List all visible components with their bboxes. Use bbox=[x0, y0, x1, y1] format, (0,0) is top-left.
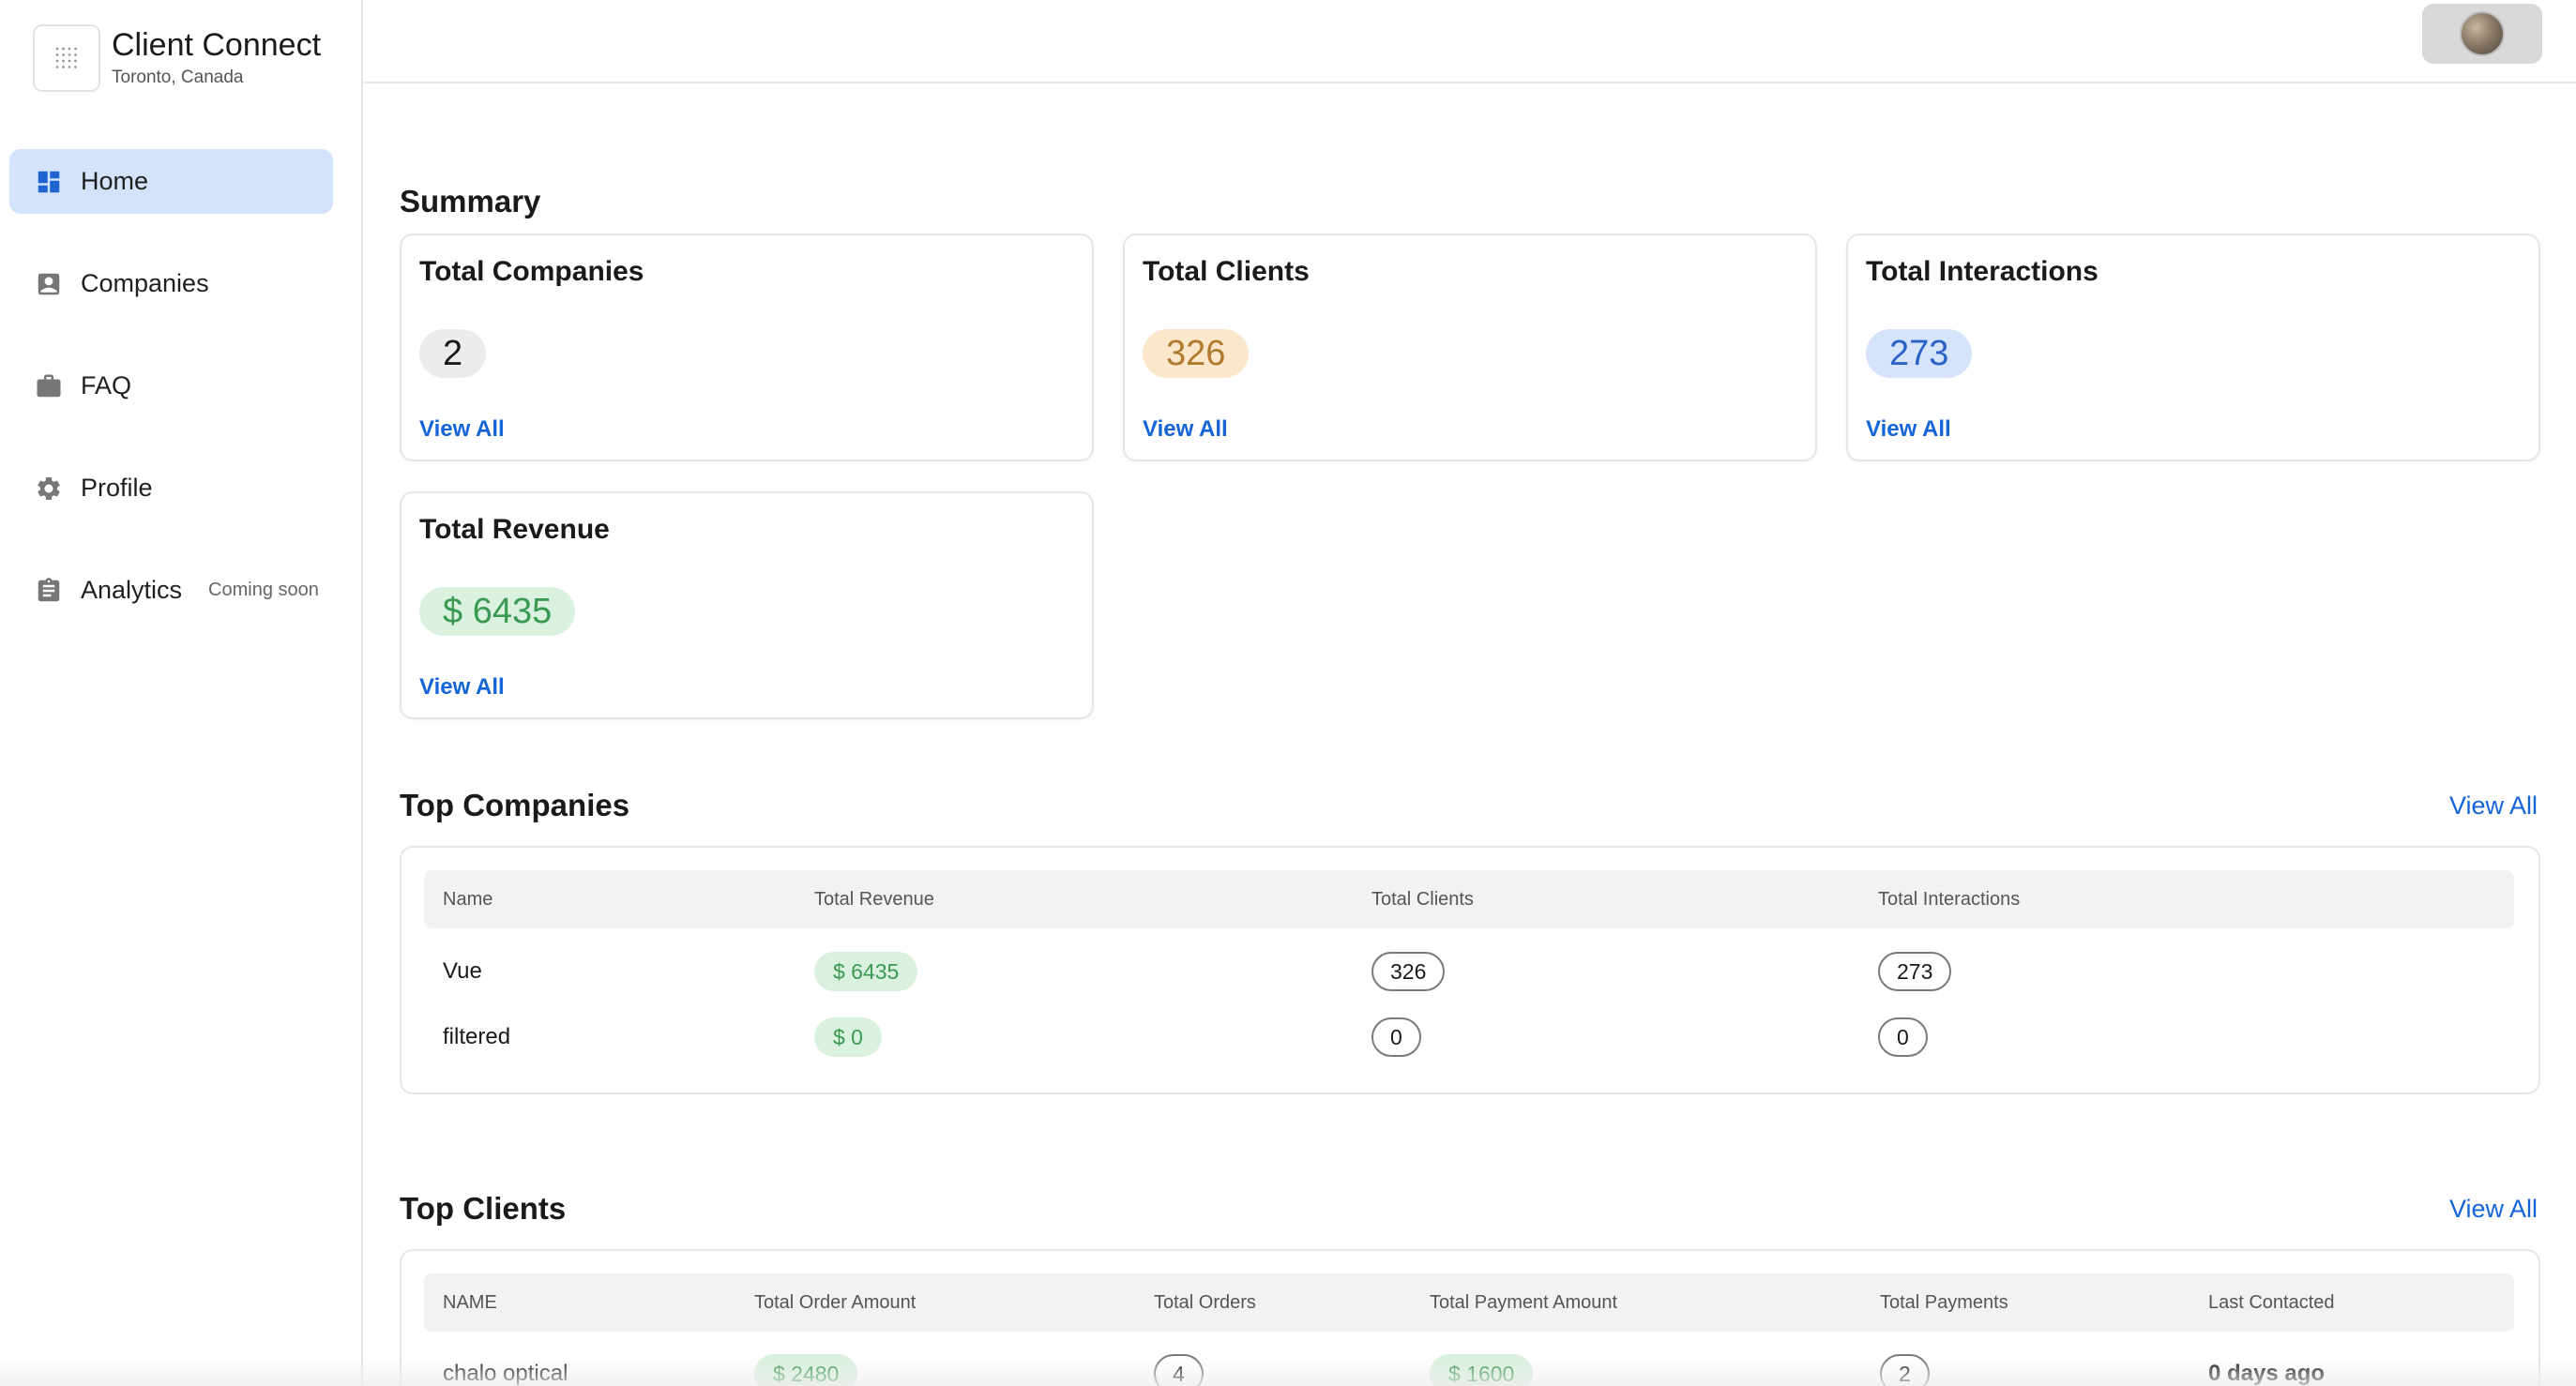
sidebar-item-home[interactable]: Home bbox=[9, 149, 333, 214]
payment-amount-pill: $ 1600 bbox=[1430, 1354, 1534, 1386]
card-value: 2 bbox=[419, 329, 487, 378]
summary-card-companies: Total Companies 2 View All bbox=[400, 234, 1094, 461]
sidebar-nav: Home Companies FAQ Profile Analytics Com… bbox=[9, 149, 333, 660]
briefcase-icon bbox=[34, 371, 64, 401]
interactions-pill: 273 bbox=[1878, 952, 1952, 991]
sidebar-item-label: Home bbox=[81, 167, 149, 195]
clients-pill: 0 bbox=[1371, 1017, 1421, 1057]
sidebar-item-analytics[interactable]: Analytics Coming soon bbox=[9, 558, 333, 623]
clipboard-icon bbox=[34, 576, 64, 606]
top-bar bbox=[363, 0, 2576, 83]
top-clients-view-all-link[interactable]: View All bbox=[2449, 1195, 2538, 1224]
column-header[interactable]: Total Order Amount bbox=[754, 1273, 916, 1332]
column-header[interactable]: NAME bbox=[443, 1273, 497, 1332]
app-title: Client Connect bbox=[112, 27, 322, 63]
coming-soon-badge: Coming soon bbox=[208, 580, 319, 600]
client-name: chalo optical bbox=[443, 1361, 568, 1386]
top-companies-view-all-link[interactable]: View All bbox=[2449, 791, 2538, 821]
table-header: NAME Total Order Amount Total Orders Tot… bbox=[424, 1273, 2514, 1332]
sidebar-item-label: Companies bbox=[81, 269, 209, 297]
interactions-pill: 0 bbox=[1878, 1017, 1928, 1057]
summary-card-interactions: Total Interactions 273 View All bbox=[1846, 234, 2540, 461]
sidebar-item-label: Profile bbox=[81, 474, 153, 502]
sidebar-item-label: Analytics bbox=[81, 576, 183, 604]
app-logo-icon bbox=[33, 24, 100, 92]
column-header[interactable]: Total Revenue bbox=[814, 870, 934, 928]
view-all-link[interactable]: View All bbox=[1866, 416, 1951, 443]
avatar bbox=[2460, 11, 2505, 56]
column-header[interactable]: Total Interactions bbox=[1878, 870, 2020, 928]
card-title: Total Companies bbox=[419, 256, 644, 287]
summary-card-revenue: Total Revenue $ 6435 View All bbox=[400, 491, 1094, 719]
company-name: filtered bbox=[443, 1024, 511, 1049]
sidebar-item-faq[interactable]: FAQ bbox=[9, 354, 333, 418]
column-header[interactable]: Total Payment Amount bbox=[1430, 1273, 1617, 1332]
gear-icon bbox=[34, 474, 64, 504]
top-companies-heading: Top Companies bbox=[400, 788, 630, 822]
revenue-pill: $ 0 bbox=[814, 1017, 882, 1057]
card-value: 273 bbox=[1866, 329, 1973, 378]
orders-pill: 4 bbox=[1154, 1354, 1204, 1386]
column-header[interactable]: Total Clients bbox=[1371, 870, 1474, 928]
order-amount-pill: $ 2480 bbox=[754, 1354, 858, 1386]
app-location: Toronto, Canada bbox=[112, 68, 244, 87]
brand[interactable]: Client Connect Toronto, Canada bbox=[33, 24, 321, 92]
column-header[interactable]: Total Orders bbox=[1154, 1273, 1256, 1332]
view-all-link[interactable]: View All bbox=[419, 416, 505, 443]
view-all-link[interactable]: View All bbox=[1143, 416, 1228, 443]
revenue-pill: $ 6435 bbox=[814, 952, 918, 991]
sidebar-item-profile[interactable]: Profile bbox=[9, 456, 333, 520]
user-menu-button[interactable] bbox=[2422, 4, 2542, 64]
dashboard-icon bbox=[34, 167, 64, 197]
summary-card-clients: Total Clients 326 View All bbox=[1123, 234, 1817, 461]
column-header[interactable]: Total Payments bbox=[1880, 1273, 2008, 1332]
top-clients-heading: Top Clients bbox=[400, 1191, 567, 1226]
summary-heading: Summary bbox=[400, 184, 541, 218]
card-value: $ 6435 bbox=[419, 587, 576, 636]
top-clients-table: NAME Total Order Amount Total Orders Tot… bbox=[400, 1249, 2540, 1386]
payments-pill: 2 bbox=[1880, 1354, 1930, 1386]
clients-pill: 326 bbox=[1371, 952, 1446, 991]
table-header: Name Total Revenue Total Clients Total I… bbox=[424, 870, 2514, 928]
top-companies-table: Name Total Revenue Total Clients Total I… bbox=[400, 846, 2540, 1094]
sidebar: Client Connect Toronto, Canada Home Comp… bbox=[0, 0, 363, 1386]
card-value: 326 bbox=[1143, 329, 1250, 378]
column-header[interactable]: Name bbox=[443, 870, 492, 928]
company-name: Vue bbox=[443, 958, 482, 984]
column-header[interactable]: Last Contacted bbox=[2208, 1273, 2335, 1332]
contact-card-icon bbox=[34, 269, 64, 299]
last-contacted: 0 days ago bbox=[2208, 1361, 2326, 1386]
view-all-link[interactable]: View All bbox=[419, 674, 505, 701]
sidebar-item-label: FAQ bbox=[81, 371, 132, 399]
card-title: Total Clients bbox=[1143, 256, 1310, 287]
sidebar-item-companies[interactable]: Companies bbox=[9, 251, 333, 316]
card-title: Total Revenue bbox=[419, 514, 610, 545]
card-title: Total Interactions bbox=[1866, 256, 2099, 287]
